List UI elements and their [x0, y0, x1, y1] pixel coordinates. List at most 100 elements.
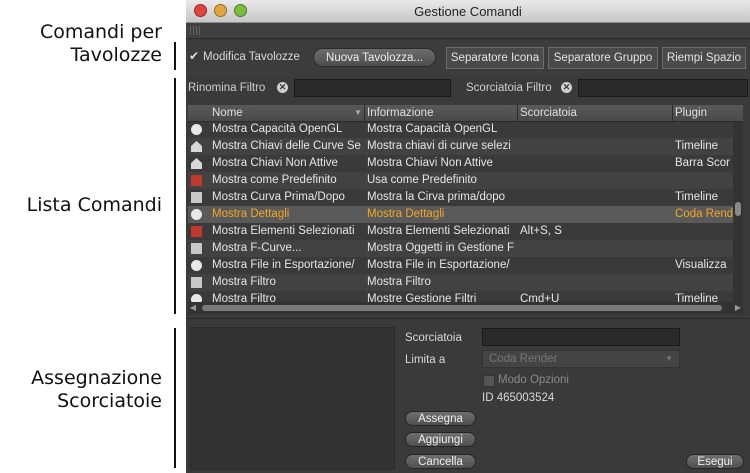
vertical-scrollbar[interactable]: [733, 122, 743, 302]
cell-name: Mostra Chiavi Non Attive: [212, 157, 338, 169]
cell-name: Mostra come Predefinito: [212, 174, 337, 186]
table-row[interactable]: Mostra Filtro Mostre Gestione Filtri Cmd+U…: [188, 291, 733, 302]
delete-button[interactable]: Cancella: [405, 454, 476, 469]
table-row[interactable]: Mostra Filtro Mostra Filtro: [188, 274, 733, 291]
box-icon: [191, 277, 202, 288]
table-row[interactable]: Mostra Chiavi Non Attive Mostra Chiavi No…: [188, 155, 733, 172]
column-header-information[interactable]: Informazione: [367, 107, 433, 119]
cell-plugin: Timeline: [675, 140, 719, 152]
vertical-scroll-thumb[interactable]: [735, 202, 741, 216]
cell-information: Mostra la Cirva prima/dopo: [367, 191, 506, 203]
table-row[interactable]: Mostra F-Curve... Mostra Oggetti in Gesti…: [188, 240, 733, 257]
cell-plugin: Timeline: [675, 293, 719, 302]
horizontal-scrollbar[interactable]: ◀ ▶: [188, 302, 743, 314]
callout-shortcut-assignment: Assegnazione Scorciatoie: [31, 367, 162, 412]
palette-toolbar: ✔ Modifica Tavolozze Nuova Tavolozza... …: [186, 40, 750, 76]
table-row[interactable]: Mostra Dettagli Mostra Dettagli Coda Rend: [188, 206, 733, 223]
bracket-command-list: [174, 78, 176, 314]
cell-information: Mostra File in Esportazione/: [367, 259, 510, 271]
limit-to-label: Limita a: [405, 354, 446, 366]
cell-information: Mostra Capacità OpenGL: [367, 123, 498, 135]
grip-icon: [190, 26, 200, 35]
table-row[interactable]: Mostra Chiavi delle Curve Se Mostra chiav…: [188, 138, 733, 155]
clear-shortcut-filter-icon[interactable]: ✕: [561, 82, 572, 93]
shortcut-filter-input[interactable]: [578, 79, 748, 97]
round-icon: [191, 260, 202, 271]
cell-name: Mostra File in Esportazione/: [212, 259, 355, 271]
limit-to-select[interactable]: Coda Render ▼: [482, 350, 680, 368]
command-id: ID 465003524: [482, 392, 555, 404]
column-header-shortcut[interactable]: Scorciatoia: [520, 107, 577, 119]
callout-palette-commands: Comandi per Tavolozze: [39, 21, 162, 66]
shortcut-list[interactable]: [190, 327, 395, 470]
column-header-plugin[interactable]: Plugin: [675, 107, 707, 119]
options-mode-label: Modo Opzioni: [498, 374, 569, 386]
cell-name: Mostra Dettagli: [212, 208, 290, 220]
cell-information: Mostra Elementi Selezionati: [367, 225, 510, 237]
table-row[interactable]: Mostra Curva Prima/Dopo Mostra la Cirva p…: [188, 189, 733, 206]
round-icon: [191, 124, 202, 135]
options-mode-checkbox[interactable]: [483, 375, 495, 387]
cell-information: Mostra Filtro: [367, 276, 431, 288]
cell-name: Mostra Elementi Selezionati: [212, 225, 355, 237]
box-icon: [191, 243, 202, 254]
filter-bar: Rinomina Filtro ✕ Scorciatoia Filtro ✕: [186, 77, 750, 99]
scroll-right-arrow-icon[interactable]: ▶: [733, 302, 743, 314]
command-manager-window: Gestione Comandi ✔ Modifica Tavolozze Nu…: [186, 0, 750, 473]
group-separator-button[interactable]: Separatore Gruppo: [548, 47, 658, 69]
execute-button[interactable]: Esegui: [686, 454, 744, 469]
cell-name: Mostra Filtro: [212, 276, 276, 288]
scroll-left-arrow-icon[interactable]: ◀: [188, 302, 198, 314]
cell-name: Mostra F-Curve...: [212, 242, 302, 254]
table-row[interactable]: Mostra Elementi Selezionati Mostra Elemen…: [188, 223, 733, 240]
cell-information: Mostra Dettagli: [367, 208, 445, 220]
shortcut-label: Scorciatoia: [405, 332, 462, 344]
cell-plugin: Visualizza: [675, 259, 727, 271]
house-icon: [191, 141, 202, 152]
icon-separator-button[interactable]: Separatore Icona: [446, 47, 544, 69]
shortcut-filter-label: Scorciatoia Filtro: [466, 82, 552, 94]
cell-shortcut: Cmd+U: [520, 293, 560, 302]
cell-name: Mostra Curva Prima/Dopo: [212, 191, 345, 203]
clear-rename-filter-icon[interactable]: ✕: [277, 82, 288, 93]
red-box-icon: [191, 226, 202, 237]
limit-to-value: Coda Render: [489, 353, 558, 365]
table-row[interactable]: Mostra come Predefinito Usa come Predefin…: [188, 172, 733, 189]
edit-palettes-checkbox[interactable]: ✔: [189, 50, 200, 62]
cell-information: Mostra Chiavi Non Attive: [367, 157, 493, 169]
house-icon: [191, 158, 202, 169]
title-bar: Gestione Comandi: [186, 0, 750, 23]
command-table: Nome ▼ Informazione Scorciatoia Plugin M…: [188, 105, 743, 302]
edit-palettes-label: Modifica Tavolozze: [203, 51, 300, 63]
bracket-toolbar: [174, 42, 176, 70]
shortcut-input[interactable]: [482, 328, 680, 346]
cell-shortcut: Alt+S, S: [520, 225, 562, 237]
rename-filter-input[interactable]: [294, 79, 451, 97]
new-palette-button[interactable]: Nuova Tavolozza...: [313, 48, 436, 67]
sort-arrow-icon: ▼: [354, 108, 362, 117]
table-header: Nome ▼ Informazione Scorciatoia Plugin: [188, 105, 743, 122]
assign-button[interactable]: Assegna: [405, 411, 476, 426]
fill-space-button[interactable]: Riempi Spazio: [662, 47, 746, 69]
bracket-shortcut-assignment: [174, 328, 176, 468]
add-button[interactable]: Aggiungi: [405, 432, 476, 447]
red-box-icon: [191, 175, 202, 186]
window-title: Gestione Comandi: [414, 4, 522, 19]
cell-plugin: Barra Scor: [675, 157, 730, 169]
table-row[interactable]: Mostra Capacità OpenGL Mostra Capacità Op…: [188, 121, 733, 138]
cell-information: Usa come Predefinito: [367, 174, 477, 186]
table-row[interactable]: Mostra File in Esportazione/Mostra File …: [188, 257, 733, 274]
round-icon: [191, 209, 202, 220]
callout-command-list: Lista Comandi: [26, 194, 162, 216]
rename-filter-label: Rinomina Filtro: [188, 82, 266, 94]
box-icon: [191, 192, 202, 203]
chevron-down-icon: ▼: [665, 354, 673, 363]
horizontal-scroll-thumb[interactable]: [202, 305, 722, 311]
cell-plugin: Timeline: [675, 191, 719, 203]
cell-information: Mostra chiavi di curve selezi: [367, 140, 511, 152]
cell-information: Mostre Gestione Filtri: [367, 293, 477, 302]
shortcut-assignment-panel: Scorciatoia Limita a Coda Render ▼ Modo …: [186, 318, 750, 473]
drag-grip[interactable]: [186, 23, 750, 39]
cell-information: Mostra Oggetti in Gestione F: [367, 242, 515, 254]
column-header-name[interactable]: Nome: [212, 107, 243, 119]
